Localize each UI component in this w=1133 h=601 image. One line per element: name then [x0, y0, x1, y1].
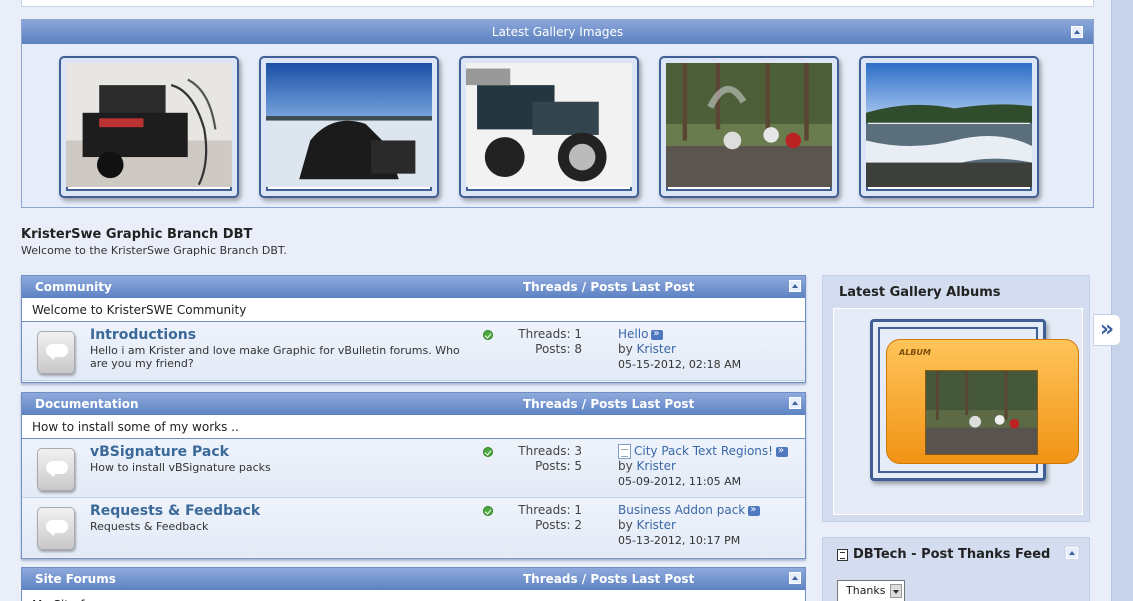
last-post: Hello by Krister 05-15-2012, 02:18 AM	[618, 326, 742, 372]
forum-description: Requests & Feedback	[90, 520, 209, 533]
next-arrow-icon[interactable]: »	[1093, 314, 1121, 346]
goto-last-post-icon[interactable]	[651, 326, 664, 341]
forum-status-icon	[483, 330, 493, 340]
gallery-title: Latest Gallery Images	[491, 25, 624, 39]
collapse-icon[interactable]	[1066, 547, 1078, 559]
sidebar-block-title: Latest Gallery Albums	[839, 285, 1001, 300]
gallery-thumb[interactable]	[659, 56, 839, 198]
category-description: Welcome to KristerSWE Community	[22, 298, 805, 322]
forum-counts: Threads: 3 Posts: 5	[518, 444, 582, 473]
album-folder-icon[interactable]: ALBUM	[886, 339, 1079, 464]
document-icon	[618, 444, 631, 459]
last-post-date: 05-09-2012, 11:05 AM	[618, 475, 742, 488]
latest-gallery-images: Latest Gallery Images	[21, 19, 1094, 208]
page-title: KristerSwe Graphic Branch DBT	[21, 227, 253, 242]
column-headers: Threads / Posts Last Post	[523, 280, 695, 294]
category-site-forums: Site Forums Threads / Posts Last Post My…	[21, 567, 806, 601]
gallery-thumb[interactable]	[459, 56, 639, 198]
sidebar-block-title: DBTech - Post Thanks Feed	[853, 547, 1051, 562]
forum-counts: Threads: 1 Posts: 2	[518, 503, 582, 532]
last-post-user-link[interactable]: Krister	[637, 518, 676, 532]
category-title[interactable]: Community	[35, 280, 112, 294]
forum-status-icon	[483, 506, 493, 516]
gallery-thumb[interactable]	[59, 56, 239, 198]
gallery-thumb[interactable]	[259, 56, 439, 198]
forum-title-link[interactable]: Requests & Feedback	[90, 503, 260, 519]
top-bar	[21, 0, 1094, 7]
album-cover-image	[925, 370, 1038, 455]
forum-description: How to install vBSignature packs	[90, 461, 271, 474]
category-documentation: Documentation Threads / Posts Last Post …	[21, 392, 806, 559]
collapse-icon[interactable]	[1071, 26, 1083, 38]
last-post: City Pack Text Regions! by Krister 05-09…	[618, 443, 788, 489]
collapse-icon[interactable]	[789, 397, 801, 409]
last-post-user-link[interactable]: Krister	[637, 342, 676, 356]
feed-icon	[837, 548, 848, 561]
forum-bubble-icon	[37, 448, 75, 491]
last-post-date: 05-13-2012, 10:17 PM	[618, 534, 741, 547]
category-title[interactable]: Documentation	[35, 397, 139, 411]
gallery-image	[266, 63, 432, 187]
feed-type-select[interactable]: Thanks	[837, 580, 905, 601]
column-headers: Threads / Posts Last Post	[523, 572, 695, 586]
last-post-title-link[interactable]: Hello	[618, 327, 648, 341]
forum-row: vBSignature Pack How to install vBSignat…	[22, 439, 805, 498]
forum-title-link[interactable]: vBSignature Pack	[90, 444, 229, 460]
forum-bubble-icon	[37, 507, 75, 550]
column-headers: Threads / Posts Last Post	[523, 397, 695, 411]
forum-row: Requests & Feedback Requests & Feedback …	[22, 498, 805, 557]
last-post-title-link[interactable]: Business Addon pack	[618, 503, 745, 517]
gallery-header: Latest Gallery Images	[22, 20, 1093, 44]
gallery-image	[866, 63, 1032, 187]
gallery-image	[666, 63, 832, 187]
latest-gallery-albums-block: Latest Gallery Albums ALBUM	[822, 275, 1090, 522]
goto-last-post-icon[interactable]	[748, 502, 761, 517]
forum-description: Hello i am Krister and love make Graphic…	[90, 344, 460, 370]
post-thanks-feed-block: DBTech - Post Thanks Feed Thanks	[822, 537, 1090, 601]
forum-row: Introductions Hello i am Krister and lov…	[22, 322, 805, 381]
welcome-text: Welcome to the KristerSwe Graphic Branch…	[21, 244, 287, 257]
goto-last-post-icon[interactable]	[775, 443, 788, 458]
gallery-image	[66, 63, 232, 187]
last-post-user-link[interactable]: Krister	[637, 459, 676, 473]
page-scroll-strip	[1111, 0, 1133, 601]
album-label: ALBUM	[899, 348, 931, 357]
last-post-date: 05-15-2012, 02:18 AM	[618, 358, 742, 371]
gallery-thumb[interactable]	[859, 56, 1039, 198]
category-description: How to install some of my works ..	[22, 415, 805, 439]
category-title[interactable]: Site Forums	[35, 572, 116, 586]
collapse-icon[interactable]	[789, 572, 801, 584]
last-post: Business Addon pack by Krister 05-13-201…	[618, 502, 761, 548]
chevron-down-icon	[890, 584, 902, 598]
category-description: My Site forums	[22, 590, 805, 601]
forum-counts: Threads: 1 Posts: 8	[518, 327, 582, 356]
collapse-icon[interactable]	[789, 280, 801, 292]
last-post-title-link[interactable]: City Pack Text Regions!	[634, 444, 773, 458]
category-community: Community Threads / Posts Last Post Welc…	[21, 275, 806, 383]
gallery-image	[466, 63, 632, 187]
forum-title-link[interactable]: Introductions	[90, 327, 196, 343]
forum-bubble-icon	[37, 331, 75, 374]
album-area: ALBUM	[833, 308, 1083, 515]
forum-status-icon	[483, 447, 493, 457]
